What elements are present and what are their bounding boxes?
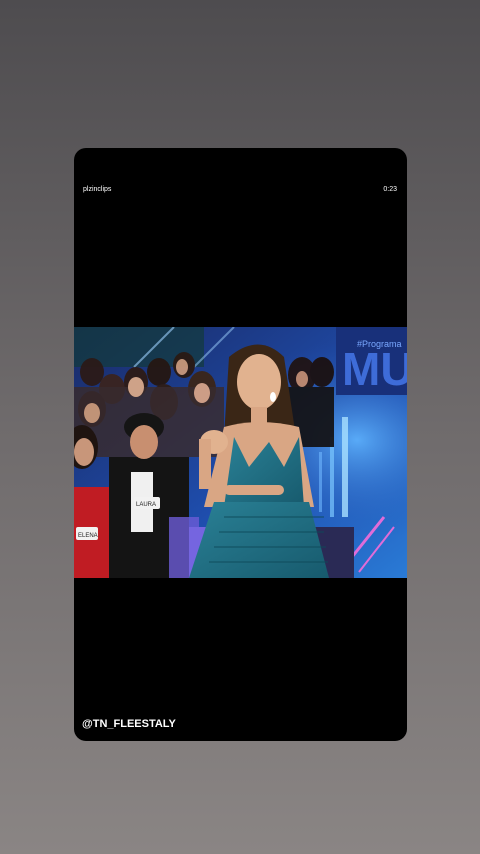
channel-name[interactable]: plzinclips xyxy=(83,186,111,193)
video-duration: 0:23 xyxy=(383,186,397,193)
name-tag-elena: ELENA xyxy=(78,533,98,539)
screen-text: #Programa xyxy=(357,339,402,349)
story-card[interactable]: plzinclips 0:23 MU #Programa ELENA LAURA… xyxy=(74,148,407,741)
video-frame[interactable]: MU #Programa ELENA LAURA xyxy=(74,327,407,578)
name-tag-laura: LAURA xyxy=(136,502,156,508)
creator-watermark: @TN_FLEESTALY xyxy=(82,718,176,730)
video-scene: MU #Programa ELENA LAURA xyxy=(74,327,407,578)
svg-text:MU: MU xyxy=(342,343,407,395)
